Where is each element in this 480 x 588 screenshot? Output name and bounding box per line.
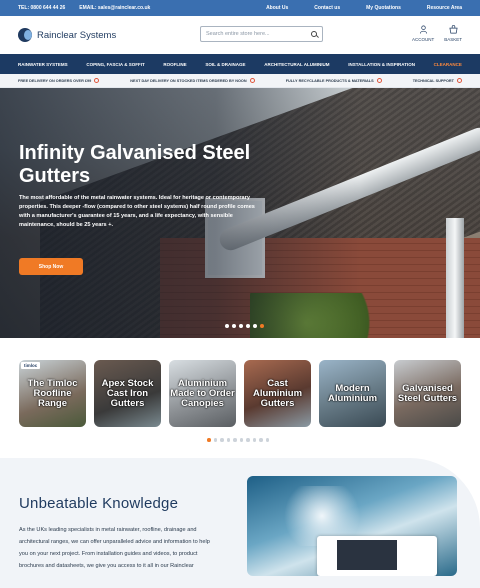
hero-slide-dot[interactable] (239, 324, 243, 328)
usp-item: FULLY RECYCLABLE PRODUCTS & MATERIALS (286, 78, 382, 83)
top-bar: TEL: 0800 644 44 26 EMAIL: sales@raincle… (0, 0, 480, 16)
usp-recyclable: FULLY RECYCLABLE PRODUCTS & MATERIALS (285, 78, 374, 83)
basket-label: BASKET (444, 37, 462, 42)
hero-slide-dot[interactable] (246, 324, 250, 328)
clock-icon (249, 78, 255, 83)
category-card-canopies[interactable]: Aluminium Made to Order Canopies (169, 360, 236, 427)
hero-title: Infinity Galvanised Steel Gutters (19, 142, 251, 187)
category-label: Modern Aluminium (327, 382, 378, 404)
my-quotations-link[interactable]: My Quotations (366, 5, 401, 11)
hero-slide-dot[interactable] (232, 324, 236, 328)
category-card-galvanised-steel[interactable]: Galvanised Steel Gutters (394, 360, 461, 427)
nav-installation-inspiration[interactable]: INSTALLATION & INSPIRATION (348, 62, 415, 67)
category-label: Aluminium Made to Order Canopies (170, 377, 235, 409)
support-icon (456, 78, 462, 83)
basket-icon (449, 25, 458, 34)
category-label: Apex Stock Cast Iron Gutters (101, 377, 154, 409)
nav-rainwater-systems[interactable]: RAINWATER SYSTEMS (18, 62, 68, 67)
hero-slide-dot[interactable] (260, 324, 264, 328)
shop-now-button[interactable]: Shop Now (19, 258, 83, 275)
category-carousel: timloc The Timloc Roofline Range Apex St… (0, 338, 480, 458)
category-page-dot[interactable] (226, 438, 230, 442)
category-page-dot[interactable] (233, 438, 237, 442)
category-label: Cast Aluminium Gutters (252, 377, 303, 409)
usp-next-day: NEXT DAY DELIVERY ON STOCKED ITEMS ORDER… (130, 78, 247, 83)
category-label: The Timloc Roofline Range (27, 377, 78, 409)
category-card-timloc[interactable]: timloc The Timloc Roofline Range (19, 360, 86, 427)
category-page-dot[interactable] (252, 438, 256, 442)
category-card-modern-aluminium[interactable]: Modern Aluminium (319, 360, 386, 427)
hero-slide-dot[interactable] (253, 324, 257, 328)
search-placeholder: Search entire store here... (206, 31, 270, 37)
search-icon[interactable] (311, 31, 317, 37)
category-page-dot[interactable] (213, 438, 217, 442)
knowledge-image (247, 476, 457, 576)
nav-soil-drainage[interactable]: SOIL & DRAINAGE (205, 62, 245, 67)
contact-us-link[interactable]: Contact us (314, 5, 340, 11)
laptop-screen-image (337, 540, 397, 570)
hero-banner: Infinity Galvanised Steel Gutters The mo… (0, 88, 480, 338)
main-nav: RAINWATER SYSTEMS COPING, FASCIA & SOFFI… (0, 54, 480, 74)
usp-technical-support: TECHNICAL SUPPORT (412, 78, 454, 83)
basket-button[interactable]: BASKET (444, 25, 462, 42)
category-page-dot[interactable] (259, 438, 263, 442)
category-page-dot[interactable] (246, 438, 250, 442)
usp-bar: FREE DELIVERY ON ORDERS OVER £99 NEXT DA… (0, 74, 480, 88)
category-page-dot[interactable] (265, 438, 269, 442)
category-page-dot[interactable] (207, 438, 211, 442)
usp-item: FREE DELIVERY ON ORDERS OVER £99 (18, 78, 100, 83)
usp-free-delivery: FREE DELIVERY ON ORDERS OVER £99 (18, 78, 92, 83)
nav-coping-fascia-soffit[interactable]: COPING, FASCIA & SOFFIT (86, 62, 144, 67)
logo[interactable]: Rainclear Systems (18, 28, 116, 42)
delivery-icon (94, 78, 100, 83)
user-icon (419, 25, 427, 34)
email-link[interactable]: EMAIL: sales@rainclear.co.uk (79, 5, 150, 11)
account-label: ACCOUNT (411, 37, 435, 42)
category-card-cast-aluminium[interactable]: Cast Aluminium Gutters (244, 360, 311, 427)
timloc-badge: timloc (21, 362, 41, 369)
usp-item: TECHNICAL SUPPORT (413, 78, 462, 83)
category-page-dot[interactable] (220, 438, 224, 442)
search-input[interactable]: Search entire store here... (200, 26, 323, 42)
nav-architectural-aluminium[interactable]: ARCHITECTURAL ALUMINIUM (264, 62, 329, 67)
logo-mark-icon (18, 28, 32, 42)
category-label: Galvanised Steel Gutters (397, 382, 458, 404)
category-page-dot[interactable] (239, 438, 243, 442)
recycle-icon (376, 78, 382, 83)
phone-link[interactable]: TEL: 0800 644 44 26 (18, 5, 65, 11)
category-card-apex-cast-iron[interactable]: Apex Stock Cast Iron Gutters (94, 360, 161, 427)
knowledge-title: Unbeatable Knowledge (19, 495, 179, 512)
nav-clearance[interactable]: CLEARANCE (434, 62, 462, 67)
site-header: Rainclear Systems Search entire store he… (0, 16, 480, 54)
hero-description: The most affordable of the metal rainwat… (19, 195, 255, 228)
about-us-link[interactable]: About Us (266, 5, 288, 11)
brand-name: Rainclear Systems (37, 29, 117, 41)
nav-roofline[interactable]: ROOFLINE (163, 62, 186, 67)
category-pagination (207, 438, 269, 442)
usp-item: NEXT DAY DELIVERY ON STOCKED ITEMS ORDER… (130, 78, 255, 83)
knowledge-body: As the UKs leading specialists in metal … (19, 527, 210, 569)
account-button[interactable]: ACCOUNT (412, 25, 434, 42)
hero-slide-dot[interactable] (225, 324, 229, 328)
hero-slider-dots (225, 324, 264, 328)
resource-area-link[interactable]: Resource Area (427, 5, 462, 11)
knowledge-section: Unbeatable Knowledge As the UKs leading … (0, 458, 480, 588)
